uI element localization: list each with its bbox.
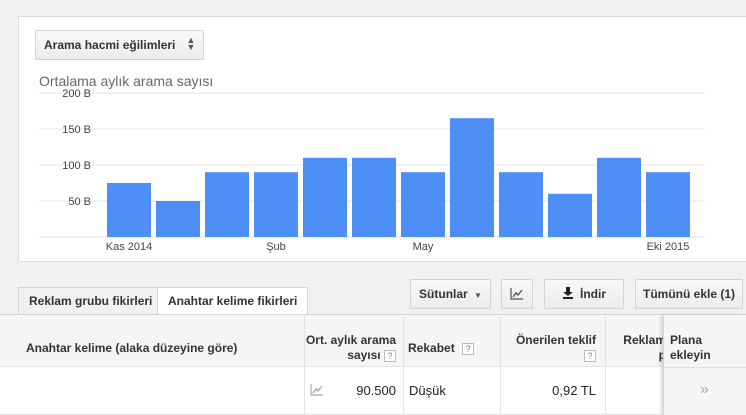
help-icon[interactable]: ?: [384, 349, 396, 362]
keyword-table: Anahtar kelime (alaka düzeyine göre) Ort…: [0, 314, 746, 415]
header-line: Plana: [670, 333, 703, 347]
tab-keyword-ideas[interactable]: Anahtar kelime fikirleri: [157, 287, 309, 316]
columns-button[interactable]: Sütunlar ▼: [410, 279, 491, 309]
table-header: Anahtar kelime (alaka düzeyine göre) Ort…: [0, 315, 746, 367]
bar: [254, 172, 298, 237]
bar: [156, 201, 200, 237]
competition-column-header[interactable]: Rekabet ?: [408, 341, 475, 355]
avg-searches-cell: 90.500: [356, 383, 396, 398]
tab-label: Anahtar kelime fikirleri: [168, 294, 298, 308]
header-line: Önerilen teklif: [515, 333, 596, 347]
caret-down-icon: ▼: [474, 291, 482, 300]
download-button[interactable]: İndir: [544, 279, 624, 309]
bar: [450, 118, 494, 237]
header-line: Ort. aylık arama: [305, 333, 396, 347]
x-tick-label: Şub: [266, 241, 286, 253]
add-to-plan-column: Plana ekleyin »: [663, 315, 746, 415]
help-icon[interactable]: ?: [584, 349, 596, 362]
x-tick-label: Kas 2014: [106, 241, 152, 253]
suggested-bid-cell: 0,92 TL: [552, 383, 596, 398]
suggested-bid-column-header[interactable]: Önerilen teklif ?: [500, 333, 596, 363]
tabs-toolbar-row: Reklam grubu fikirleri Anahtar kelime fi…: [0, 276, 746, 316]
download-label: İndir: [580, 287, 606, 301]
add-all-button[interactable]: Tümünü ekle (1): [635, 279, 743, 309]
bar: [107, 183, 151, 237]
keyword-column-header[interactable]: Anahtar kelime (alaka düzeyine göre): [26, 341, 237, 355]
bar-chart: 200 B 150 B 100 B 50 B Kas 2014 Şub May Eki 201…: [39, 88, 705, 253]
avg-searches-column-header[interactable]: Ort. aylık arama sayısı ?: [290, 333, 396, 363]
header-line: sayısı: [347, 348, 381, 362]
header-line: ekleyin: [670, 348, 711, 362]
search-volume-card: Arama hacmi eğilimleri ▲ ▼ Ortalama aylık…: [18, 16, 746, 262]
bar: [352, 157, 396, 237]
y-tick-label: 150 B: [62, 124, 91, 136]
tab-ad-group-ideas[interactable]: Reklam grubu fikirleri: [18, 287, 164, 315]
add-all-label: Tümünü ekle (1): [642, 287, 735, 301]
bar: [303, 157, 347, 237]
add-to-plan-header: Plana ekleyin: [670, 333, 711, 363]
line-chart-icon: [510, 288, 523, 300]
y-tick-label: 200 B: [62, 88, 91, 100]
help-icon[interactable]: ?: [462, 342, 475, 355]
columns-label: Sütunlar: [419, 287, 468, 301]
bar: [401, 172, 445, 237]
add-to-plan-icon[interactable]: »: [700, 381, 709, 399]
competition-cell: Düşük: [409, 383, 446, 398]
bar: [499, 172, 543, 237]
table-row[interactable]: 90.500 Düşük 0,92 TL: [0, 368, 746, 415]
chart-toggle-button[interactable]: [501, 279, 533, 309]
bar: [205, 172, 249, 237]
x-tick-label: May: [413, 241, 434, 253]
bar: [548, 193, 592, 237]
trend-chart-icon[interactable]: [310, 384, 324, 399]
y-tick-label: 100 B: [62, 160, 91, 172]
tab-label: Reklam grubu fikirleri: [29, 294, 153, 308]
header-line: Reklam: [623, 333, 666, 347]
row-divider: [664, 367, 746, 368]
y-tick-label: 50 B: [68, 196, 91, 208]
x-tick-label: Eki 2015: [647, 241, 690, 253]
header-line: Rekabet: [408, 341, 455, 355]
ad-share-column-header[interactable]: Reklam p: [606, 333, 666, 363]
download-icon: [563, 287, 573, 299]
bar: [646, 172, 690, 237]
bar: [597, 157, 641, 237]
